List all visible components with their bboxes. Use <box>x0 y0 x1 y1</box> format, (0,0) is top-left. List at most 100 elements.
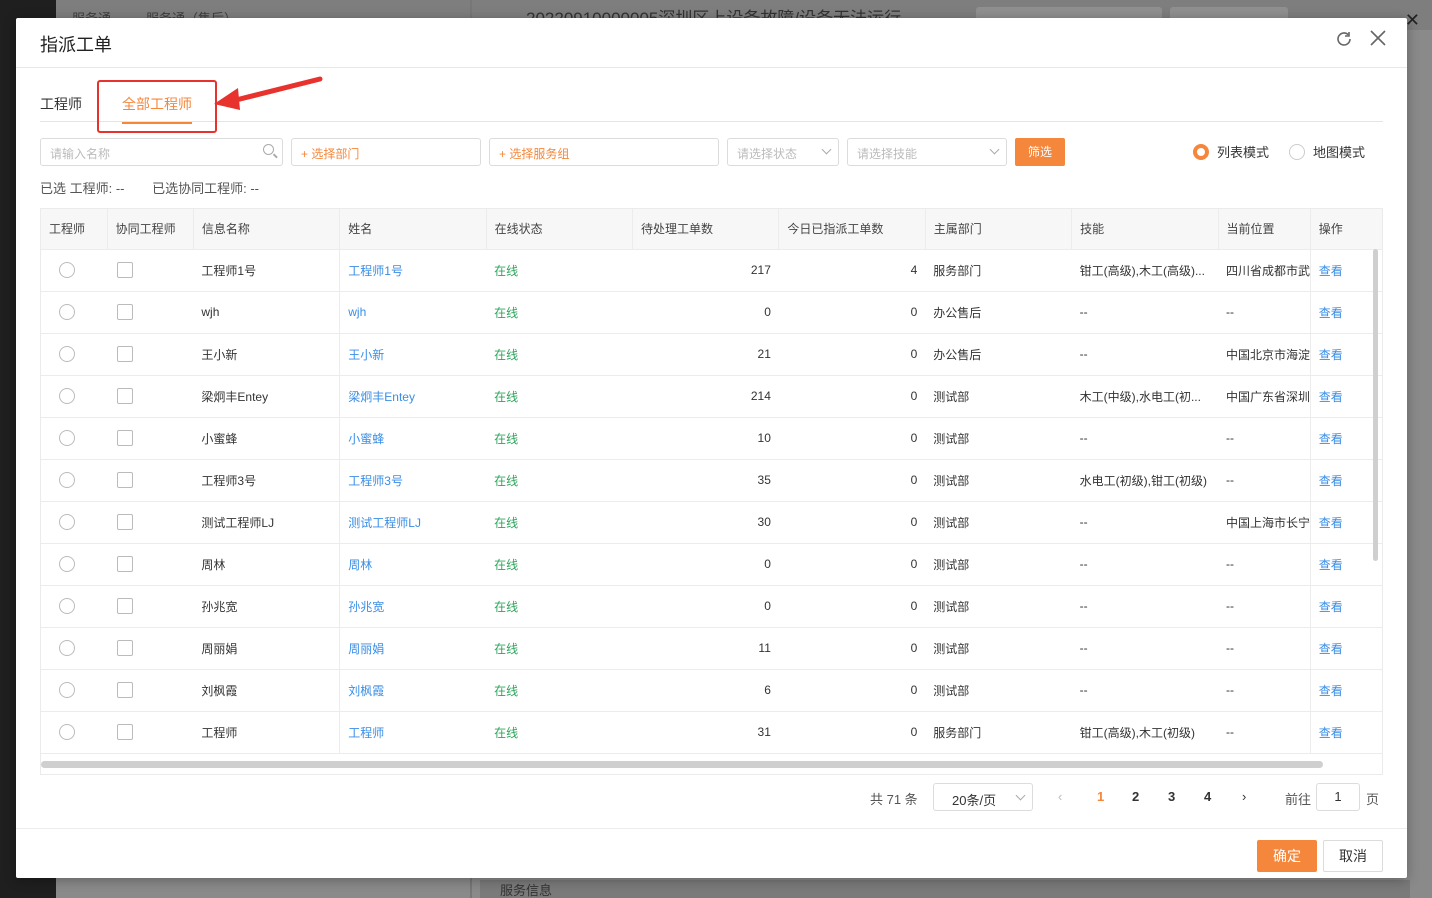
tab-all-engineers[interactable]: 全部工程师 <box>122 94 192 124</box>
vertical-scrollbar[interactable] <box>1373 249 1378 561</box>
pending-count-cell: 30 <box>632 501 779 544</box>
list-mode-radio[interactable]: 列表模式 <box>1193 142 1269 161</box>
table-row[interactable]: 刘枫霞 刘枫霞 在线 6 0 测试部 -- -- 查看 <box>41 669 1382 712</box>
engineer-radio[interactable] <box>59 262 75 278</box>
engineer-radio[interactable] <box>59 724 75 740</box>
pagination: 共 71 条 20条/页 ‹ 1 2 3 4 › 前往 1 页 <box>16 783 1407 811</box>
location-cell: 中国上海市长宁 <box>1218 501 1311 544</box>
engineer-name-link[interactable]: 王小新 <box>339 333 487 376</box>
skill-placeholder: 请选择技能 <box>857 147 918 161</box>
engineer-radio[interactable] <box>59 304 75 320</box>
online-status-cell: 在线 <box>486 501 633 544</box>
assist-checkbox[interactable] <box>117 346 134 362</box>
department-cell: 测试部 <box>925 627 1072 670</box>
engineer-radio[interactable] <box>59 346 75 362</box>
engineer-name-link[interactable]: 周丽娟 <box>339 627 487 670</box>
engineer-radio[interactable] <box>59 430 75 446</box>
engineer-radio[interactable] <box>59 388 75 404</box>
engineer-name-link[interactable]: 工程师3号 <box>339 459 487 502</box>
dialog-header: 指派工单 <box>16 18 1407 68</box>
pending-count-cell: 214 <box>632 375 779 418</box>
page-button[interactable]: 2 <box>1132 789 1139 804</box>
page-size-value: 20条/页 <box>952 793 997 808</box>
table-header-row: 工程师 协同工程师 信息名称 姓名 在线状态 待处理工单数 今日已指派工单数 主… <box>41 209 1382 250</box>
engineer-name-link[interactable]: 工程师1号 <box>339 249 487 292</box>
engineer-radio[interactable] <box>59 514 75 530</box>
assist-checkbox[interactable] <box>117 556 134 572</box>
department-cell: 测试部 <box>925 459 1072 502</box>
table-row[interactable]: 王小新 王小新 在线 21 0 办公售后 -- 中国北京市海淀 查看 <box>41 333 1382 376</box>
view-link[interactable]: 查看 <box>1310 585 1382 628</box>
engineer-name-link[interactable]: 测试工程师LJ <box>339 501 487 544</box>
horizontal-scrollbar[interactable] <box>41 761 1323 768</box>
assist-checkbox[interactable] <box>117 598 134 614</box>
location-cell: 四川省成都市武 <box>1218 249 1311 292</box>
col-header: 主属部门 <box>925 209 1073 250</box>
tab-engineer[interactable]: 工程师 <box>40 94 82 114</box>
page-button[interactable]: 1 <box>1097 789 1104 804</box>
assist-checkbox[interactable] <box>117 724 134 740</box>
engineer-radio[interactable] <box>59 682 75 698</box>
engineer-name-link[interactable]: 工程师 <box>339 711 487 754</box>
assist-checkbox[interactable] <box>117 388 134 404</box>
view-link[interactable]: 查看 <box>1310 627 1382 670</box>
location-cell: -- <box>1218 459 1311 502</box>
table-row[interactable]: 孙兆宽 孙兆宽 在线 0 0 测试部 -- -- 查看 <box>41 585 1382 628</box>
assist-checkbox[interactable] <box>117 640 134 656</box>
select-cell <box>107 501 194 544</box>
goto-page-input[interactable]: 1 <box>1316 783 1360 811</box>
table-row[interactable]: 小蜜蜂 小蜜蜂 在线 10 0 测试部 -- -- 查看 <box>41 417 1382 460</box>
table-row[interactable]: 梁炯丰Entey 梁炯丰Entey 在线 214 0 测试部 木工(中级),水电工(初...… <box>41 375 1382 418</box>
close-icon[interactable] <box>1369 26 1387 54</box>
assist-checkbox[interactable] <box>117 262 134 278</box>
status-select[interactable]: 请选择状态 <box>727 138 839 166</box>
next-page-button[interactable]: › <box>1242 789 1246 804</box>
table-row[interactable]: wjh wjh 在线 0 0 办公售后 -- -- 查看 <box>41 291 1382 334</box>
engineer-radio[interactable] <box>59 556 75 572</box>
table-row[interactable]: 工程师3号 工程师3号 在线 35 0 测试部 水电工(初级),钳工(初级) -- 查看 <box>41 459 1382 502</box>
engineer-radio[interactable] <box>59 472 75 488</box>
select-service-group[interactable]: + 选择服务组 <box>489 138 719 166</box>
selected-summary: 已选 工程师: -- 已选协同工程师: -- <box>40 178 283 197</box>
cancel-button[interactable]: 取消 <box>1323 840 1383 872</box>
view-link[interactable]: 查看 <box>1310 669 1382 712</box>
filter-button[interactable]: 筛选 <box>1015 138 1065 166</box>
engineer-name-link[interactable]: wjh <box>339 291 487 334</box>
assist-checkbox[interactable] <box>117 472 134 488</box>
page-button[interactable]: 4 <box>1204 789 1211 804</box>
skill-select[interactable]: 请选择技能 <box>847 138 1007 166</box>
engineer-name-link[interactable]: 梁炯丰Entey <box>339 375 487 418</box>
page-button[interactable]: 3 <box>1168 789 1175 804</box>
engineer-radio[interactable] <box>59 640 75 656</box>
table-row[interactable]: 周丽娟 周丽娟 在线 11 0 测试部 -- -- 查看 <box>41 627 1382 670</box>
map-mode-radio[interactable]: 地图模式 <box>1289 142 1365 161</box>
skill-cell: -- <box>1071 627 1219 670</box>
select-cell <box>41 459 108 502</box>
assist-checkbox[interactable] <box>117 304 134 320</box>
select-department[interactable]: + 选择部门 <box>291 138 481 166</box>
engineer-name-link[interactable]: 刘枫霞 <box>339 669 487 712</box>
table-row[interactable]: 工程师 工程师 在线 31 0 服务部门 钳工(高级),木工(初级) -- 查看 <box>41 711 1382 754</box>
assist-checkbox[interactable] <box>117 514 134 530</box>
info-name-cell: 孙兆宽 <box>193 585 341 628</box>
today-assigned-cell: 0 <box>778 375 926 418</box>
confirm-button[interactable]: 确定 <box>1257 840 1317 872</box>
engineer-name-link[interactable]: 孙兆宽 <box>339 585 487 628</box>
tab-bar: 工程师 全部工程师 <box>40 90 1383 124</box>
search-input[interactable]: 请输入名称 <box>40 138 283 166</box>
table-row[interactable]: 周林 周林 在线 0 0 测试部 -- -- 查看 <box>41 543 1382 586</box>
refresh-icon[interactable] <box>1335 30 1353 54</box>
engineer-radio[interactable] <box>59 598 75 614</box>
engineer-name-link[interactable]: 周林 <box>339 543 487 586</box>
prev-page-button[interactable]: ‹ <box>1058 789 1062 804</box>
assist-checkbox[interactable] <box>117 430 134 446</box>
view-link[interactable]: 查看 <box>1310 711 1382 754</box>
info-name-cell: 小蜜蜂 <box>193 417 341 460</box>
select-cell <box>41 375 108 418</box>
list-mode-label: 列表模式 <box>1217 145 1270 160</box>
engineer-name-link[interactable]: 小蜜蜂 <box>339 417 487 460</box>
assist-checkbox[interactable] <box>117 682 134 698</box>
page-size-select[interactable]: 20条/页 <box>933 783 1033 811</box>
table-row[interactable]: 工程师1号 工程师1号 在线 217 4 服务部门 钳工(高级),木工(高级)... 四川省成… <box>41 249 1382 292</box>
table-row[interactable]: 测试工程师LJ 测试工程师LJ 在线 30 0 测试部 -- 中国上海市长宁 查看 <box>41 501 1382 544</box>
